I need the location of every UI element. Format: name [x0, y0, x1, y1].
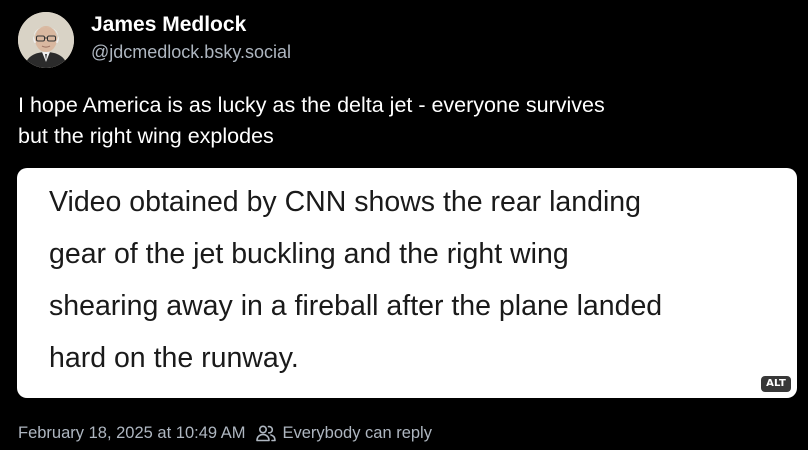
media-text-line: gear of the jet buckling and the right w…: [49, 238, 569, 270]
avatar[interactable]: [18, 12, 74, 68]
people-icon: [256, 425, 277, 442]
post-text-line: I hope America is as lucky as the delta …: [18, 93, 605, 117]
user-avatar-icon: [18, 12, 74, 68]
post: James Medlock @jdcmedlock.bsky.social I …: [0, 0, 808, 450]
media-image[interactable]: Video obtained by CNN shows the rear lan…: [17, 168, 797, 398]
alt-text-badge[interactable]: ALT: [761, 376, 791, 392]
author-display-name[interactable]: James Medlock: [91, 13, 246, 37]
post-meta: February 18, 2025 at 10:49 AM Everybody …: [18, 421, 432, 445]
reply-setting[interactable]: Everybody can reply: [256, 424, 432, 443]
post-timestamp[interactable]: February 18, 2025 at 10:49 AM: [18, 424, 245, 443]
post-text-line: but the right wing explodes: [18, 124, 274, 148]
media-caption-text: Video obtained by CNN shows the rear lan…: [49, 176, 662, 384]
media-text-line: Video obtained by CNN shows the rear lan…: [49, 186, 642, 218]
media-text-line: shearing away in a fireball after the pl…: [49, 290, 663, 322]
post-text: I hope America is as lucky as the delta …: [18, 90, 788, 152]
media-text-line: hard on the runway.: [49, 342, 299, 374]
author-handle[interactable]: @jdcmedlock.bsky.social: [91, 42, 291, 63]
reply-setting-label: Everybody can reply: [282, 423, 432, 442]
